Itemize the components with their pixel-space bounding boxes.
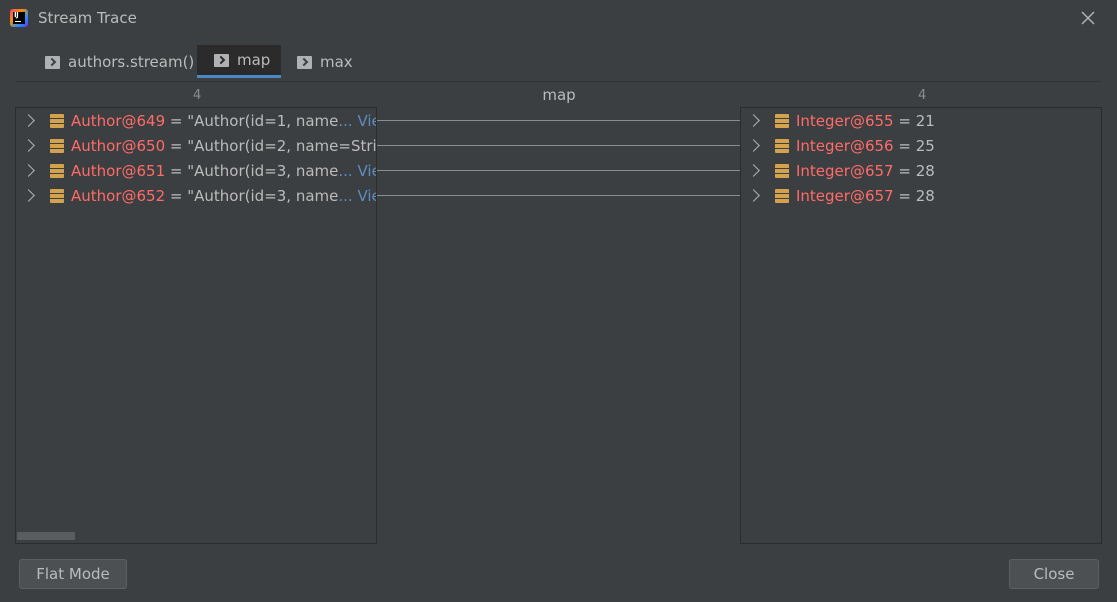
variable-name: Author@649 — [71, 111, 166, 130]
equals-sign: = — [165, 136, 188, 155]
console-icon — [214, 53, 229, 67]
variable-name: Author@652 — [71, 186, 166, 205]
object-field-icon — [50, 188, 64, 203]
tab-label: map — [237, 51, 271, 69]
tree-row[interactable]: Integer@657 = 28 — [741, 158, 1101, 183]
app-icon-text: IJ — [14, 11, 19, 19]
chevron-right-icon[interactable] — [747, 164, 760, 177]
object-field-icon — [775, 113, 789, 128]
object-field-icon — [775, 188, 789, 203]
equals-sign: = — [893, 161, 916, 180]
tab-label: authors.stream() — [68, 53, 195, 71]
variable-value: "Author(id=3, name — [187, 161, 339, 180]
variable-name: Integer@655 — [796, 111, 894, 130]
chevron-right-icon[interactable] — [747, 114, 760, 127]
tree-row[interactable]: Integer@657 = 28 — [741, 183, 1101, 208]
variable-value: 25 — [915, 136, 935, 155]
variable-value: 28 — [915, 186, 935, 205]
chevron-right-icon[interactable] — [747, 139, 760, 152]
tree-row[interactable]: Author@650 = "Author(id=2, name=Strive — [16, 133, 376, 158]
source-values-panel[interactable]: Author@649 = "Author(id=1, name ... View… — [15, 107, 377, 544]
object-field-icon — [50, 113, 64, 128]
tree-row[interactable]: Integer@655 = 21 — [741, 108, 1101, 133]
variable-value: 28 — [915, 161, 935, 180]
view-link[interactable]: ... View — [338, 112, 376, 130]
console-icon — [45, 55, 60, 69]
left-item-count: 4 — [193, 88, 202, 103]
tree-row[interactable]: Author@652 = "Author(id=3, name ... View — [16, 183, 376, 208]
equals-sign: = — [893, 186, 916, 205]
equals-sign: = — [893, 136, 916, 155]
variable-value: "Author(id=2, name=Strive — [187, 136, 377, 155]
mapping-connector — [377, 120, 740, 121]
mapping-connector — [377, 170, 740, 171]
view-link[interactable]: ... View — [338, 187, 376, 205]
close-button[interactable]: Close — [1009, 559, 1099, 589]
intellij-app-icon: IJ — [10, 9, 28, 27]
variable-name: Integer@657 — [796, 186, 894, 205]
variable-name: Integer@657 — [796, 161, 894, 180]
close-window-icon[interactable] — [1078, 8, 1098, 28]
title-bar: IJ Stream Trace — [0, 0, 1117, 38]
operation-label: map — [542, 86, 576, 104]
variable-value: "Author(id=1, name — [187, 111, 339, 130]
variable-name: Author@650 — [71, 136, 166, 155]
equals-sign: = — [165, 111, 188, 130]
equals-sign: = — [165, 161, 188, 180]
chevron-right-icon[interactable] — [747, 189, 760, 202]
console-icon — [297, 55, 312, 69]
object-field-icon — [50, 138, 64, 153]
tree-row[interactable]: Author@651 = "Author(id=3, name ... View — [16, 158, 376, 183]
object-field-icon — [50, 163, 64, 178]
tab-label: max — [320, 53, 353, 71]
object-field-icon — [775, 138, 789, 153]
variable-value: 21 — [915, 111, 935, 130]
flat-mode-button[interactable]: Flat Mode — [19, 559, 127, 589]
stream-step-tabs: authors.stream() map max — [16, 45, 1101, 82]
object-field-icon — [775, 163, 789, 178]
chevron-right-icon[interactable] — [22, 139, 35, 152]
right-item-count: 4 — [918, 88, 927, 103]
stream-trace-dialog: IJ Stream Trace authors.stream() map max… — [0, 0, 1117, 602]
result-values-panel[interactable]: Integer@655 = 21 Integer@656 = 25 Intege… — [740, 107, 1102, 544]
chevron-right-icon[interactable] — [22, 189, 35, 202]
mapping-connector — [377, 145, 740, 146]
tree-row[interactable]: Integer@656 = 25 — [741, 133, 1101, 158]
mapping-connector — [377, 195, 740, 196]
variable-name: Integer@656 — [796, 136, 894, 155]
variable-name: Author@651 — [71, 161, 166, 180]
tab-map[interactable]: map — [197, 45, 281, 78]
tree-row[interactable]: Author@649 = "Author(id=1, name ... View — [16, 108, 376, 133]
chevron-right-icon[interactable] — [22, 114, 35, 127]
variable-value: "Author(id=3, name — [187, 186, 339, 205]
horizontal-scrollbar-thumb[interactable] — [17, 532, 75, 540]
equals-sign: = — [165, 186, 188, 205]
view-link[interactable]: ... View — [338, 162, 376, 180]
equals-sign: = — [893, 111, 916, 130]
chevron-right-icon[interactable] — [22, 164, 35, 177]
tab-authors-stream[interactable]: authors.stream() — [45, 45, 194, 79]
window-title: Stream Trace — [38, 9, 137, 27]
tab-max[interactable]: max — [297, 45, 353, 79]
